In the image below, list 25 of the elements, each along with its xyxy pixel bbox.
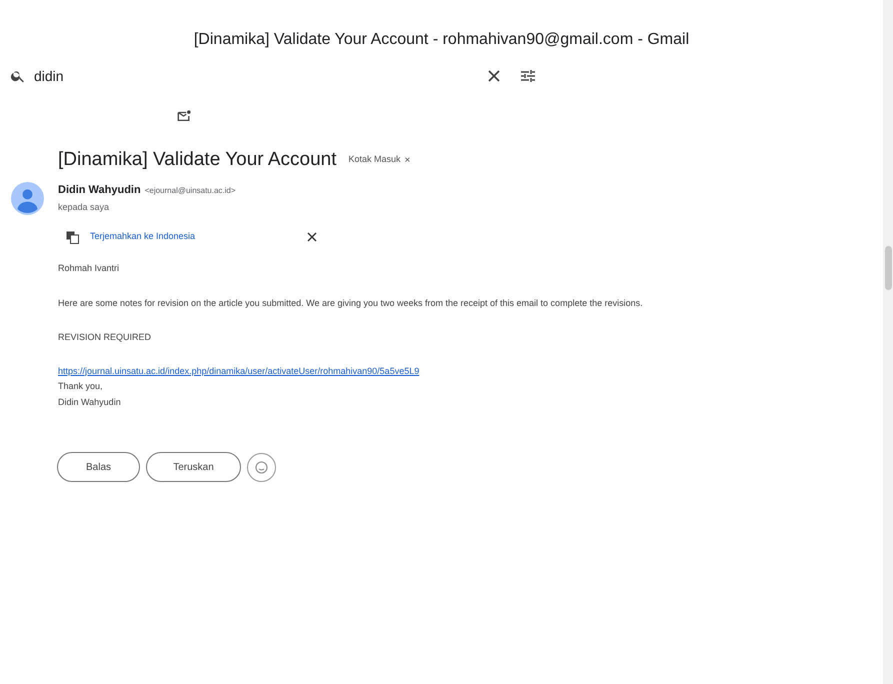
close-icon[interactable] [487,69,501,83]
body-text: REVISION REQUIRED [58,331,152,344]
reply-button[interactable]: Balas [57,452,140,482]
email-subject: [Dinamika] Validate Your Account [58,148,336,172]
forward-button[interactable]: Teruskan [146,452,241,482]
close-icon[interactable] [307,232,318,242]
signature-text: Didin Wahyudin [58,396,122,409]
filter-sliders-icon[interactable] [520,68,536,84]
label-chip[interactable]: Kotak Masuk [348,153,401,167]
translate-icon [66,230,79,244]
translate-link[interactable]: Terjemahkan ke Indonesia [90,230,196,244]
window-title: [Dinamika] Validate Your Account - rohmahivan90@gmail.com - Gmail [194,30,690,50]
mail-badge-icon[interactable] [177,109,191,123]
emoji-reaction-icon[interactable] [247,452,276,482]
body-text: Rohmah Ivantri [58,262,120,275]
avatar-icon [11,182,44,215]
body-text: Thank you, [58,380,104,393]
body-paragraph: Here are some notes for revision on the article you submitted. We are giving you two weeks from the receipt of this email to complete the revisions. [58,296,644,310]
sender-name: Didin Wahyudin [58,183,141,198]
activation-link[interactable]: https://journal.uinsatu.ac.id/index.php/dinamika/user/activateUser/rohmahivan90/5a5ve5L9 [58,364,420,378]
sender-email: <ejournal@uinsatu.ac.id> [144,185,236,197]
search-field[interactable]: didin [34,66,484,86]
scrollbar[interactable] [883,0,893,684]
label-remove[interactable]: × [404,152,410,168]
recipient-line: kepada saya [58,200,110,214]
